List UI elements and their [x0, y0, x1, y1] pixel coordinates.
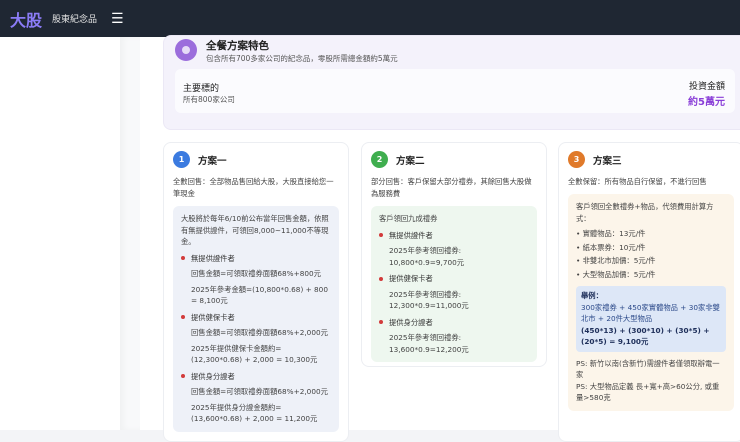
- item-line: 2025年參考領回禮券: 12,300*0.9=11,000元: [389, 289, 469, 311]
- item-line: 2025年參考領回禮券: 10,800*0.9=9,700元: [389, 246, 465, 267]
- item-label: 提供身分證者: [389, 317, 433, 327]
- divider: [120, 37, 140, 430]
- plan-details: 客戶領回全數禮券+物品，代領費用計算方式： • 實體物品：13元/件 • 紙本票…: [568, 194, 734, 411]
- item-label: 無提供證件者: [191, 253, 235, 263]
- plan-desc: 全數回售：全部物品售回給大股，大股直接給您一筆現金: [173, 177, 334, 198]
- ps-note: PS: 新竹以南(含新竹)需證件者僅領取辦電一家: [576, 358, 720, 380]
- plan-number-badge: 1: [173, 151, 190, 168]
- item-line: 2025年提供健保卡金額約= (12,300*0.68) + 2,000 = 1…: [191, 343, 318, 365]
- sidebar: [0, 37, 120, 430]
- item-line: 回售金額=可領取禮券面額68%+800元: [191, 269, 321, 278]
- example-label: 舉例：: [581, 291, 603, 300]
- feature-icon: [175, 39, 197, 61]
- top-header: 大股 股東紀念品 ☰: [0, 0, 740, 37]
- plan-desc: 全數保留：所有物品自行保留，不進行回售: [568, 177, 707, 186]
- fee-item: • 紙本票券：10元/件: [576, 242, 646, 252]
- item-label: 提供身分證者: [191, 371, 235, 381]
- feature-title: 全餐方案特色: [206, 40, 269, 52]
- plan-desc: 部分回售：客戶保留大部分禮券，其餘回售大股做為服務費: [371, 177, 532, 198]
- item-line: 2025年參考金額=(10,800*0.68) + 800 = 8,100元: [191, 284, 328, 306]
- bullet-icon: [379, 276, 383, 281]
- plan-card-2: 2 方案二 部分回售：客戶保留大部分禮券，其餘回售大股做為服務費 客戶領回九成禮券…: [361, 142, 547, 367]
- item-line: 2025年提供身分證金額約= (13,600*0.68) + 2,000 = 1…: [191, 402, 318, 424]
- feature-summary: 主要標的 所有800家公司 投資金額 約5萬元: [175, 69, 735, 113]
- example-formula: (450*13) + (300*10) + (30*5) + (20*5) = …: [581, 325, 710, 347]
- plan-card-1: 1 方案一 全數回售：全部物品售回給大股，大股直接給您一筆現金 大股將於每年6/1…: [163, 142, 349, 442]
- feature-desc: 包含所有700多家公司的紀念品，零股所需總金額約5萬元: [206, 54, 398, 63]
- hamburger-menu-icon[interactable]: ☰: [111, 11, 124, 27]
- target-value: 所有800家公司: [183, 95, 235, 104]
- plan-card-3: 3 方案三 全數保留：所有物品自行保留，不進行回售 客戶領回全數禮券+物品，代領費…: [558, 142, 740, 442]
- invest-value: 約5萬元: [688, 97, 725, 108]
- bullet-icon: [181, 256, 185, 261]
- logo[interactable]: 大股: [10, 7, 42, 31]
- bullet-icon: [379, 320, 383, 325]
- main-content: 全餐方案特色 包含所有700多家公司的紀念品，零股所需總金額約5萬元 主要標的 …: [140, 35, 740, 442]
- plan-number-badge: 2: [371, 151, 388, 168]
- target-label: 主要標的: [183, 84, 220, 94]
- item-label: 提供健保卡者: [191, 312, 235, 322]
- fee-item: • 大型物品加價：5元/件: [576, 269, 656, 279]
- feature-card: 全餐方案特色 包含所有700多家公司的紀念品，零股所需總金額約5萬元 主要標的 …: [163, 35, 740, 130]
- item-line: 回售金額=可領取禮券面額68%+2,000元: [191, 387, 328, 396]
- example-box: 舉例： 300家禮券 + 450家實體物品 + 30家非雙北市 + 20件大型物…: [576, 286, 726, 352]
- plan-title: 方案一: [198, 155, 227, 167]
- plan-number-badge: 3: [568, 151, 585, 168]
- bullet-icon: [379, 233, 383, 238]
- ps-note: PS: 大型物品定義 長+寬+高>60公分, 或重量>580克: [576, 381, 720, 403]
- fee-item: • 實體物品：13元/件: [576, 229, 646, 238]
- item-label: 提供健保卡者: [389, 274, 433, 283]
- plan-intro: 客戶領回九成禮券: [379, 214, 438, 223]
- plan-details: 客戶領回九成禮券 無提供證件者 2025年參考領回禮券: 10,800*0.9=…: [371, 206, 537, 362]
- bullet-icon: [181, 374, 185, 379]
- fee-item: • 非雙北市加價：5元/件: [576, 256, 656, 265]
- item-line: 回售金額=可領取禮券面額68%+2,000元: [191, 328, 328, 337]
- item-label: 無提供證件者: [389, 230, 433, 240]
- site-subtitle: 股東紀念品: [52, 15, 98, 25]
- plan-details: 大股將於每年6/10前公布當年回售金額，依照有無提供證件，可領回8,000~11…: [173, 206, 339, 432]
- plan-intro: 客戶領回全數禮券+物品，代領費用計算方式：: [576, 202, 714, 223]
- item-line: 2025年參考領回禮券: 13,600*0.9=12,200元: [389, 333, 469, 354]
- bullet-icon: [181, 315, 185, 320]
- plan-intro: 大股將於每年6/10前公布當年回售金額，依照有無提供證件，可領回8,000~11…: [181, 214, 329, 246]
- plan-title: 方案三: [593, 155, 622, 167]
- plan-title: 方案二: [396, 155, 425, 167]
- example-text: 300家禮券 + 450家實體物品 + 30家非雙北市 + 20件大型物品: [581, 302, 720, 324]
- invest-label: 投資金額: [688, 82, 725, 92]
